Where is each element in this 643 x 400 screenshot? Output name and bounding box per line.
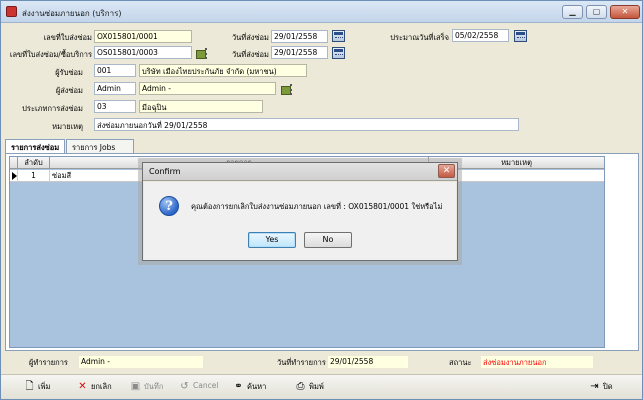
yes-button[interactable]: Yes <box>248 232 296 248</box>
modal-overlay: Confirm ✕ ? คุณต้องการยกเลิกใบส่งงานซ่อม… <box>0 0 643 400</box>
confirm-dialog: Confirm ✕ ? คุณต้องการยกเลิกใบส่งงานซ่อม… <box>142 162 458 261</box>
dialog-title-bar[interactable]: Confirm ✕ <box>143 163 457 181</box>
dialog-title: Confirm <box>149 167 181 176</box>
dialog-message: คุณต้องการยกเลิกใบส่งงานซ่อมภายนอก เลขที… <box>191 202 443 211</box>
dialog-body: ? คุณต้องการยกเลิกใบส่งงานซ่อมภายนอก เลข… <box>144 182 456 260</box>
dialog-close-button[interactable]: ✕ <box>438 164 455 178</box>
question-icon: ? <box>159 196 179 216</box>
no-button[interactable]: No <box>304 232 352 248</box>
